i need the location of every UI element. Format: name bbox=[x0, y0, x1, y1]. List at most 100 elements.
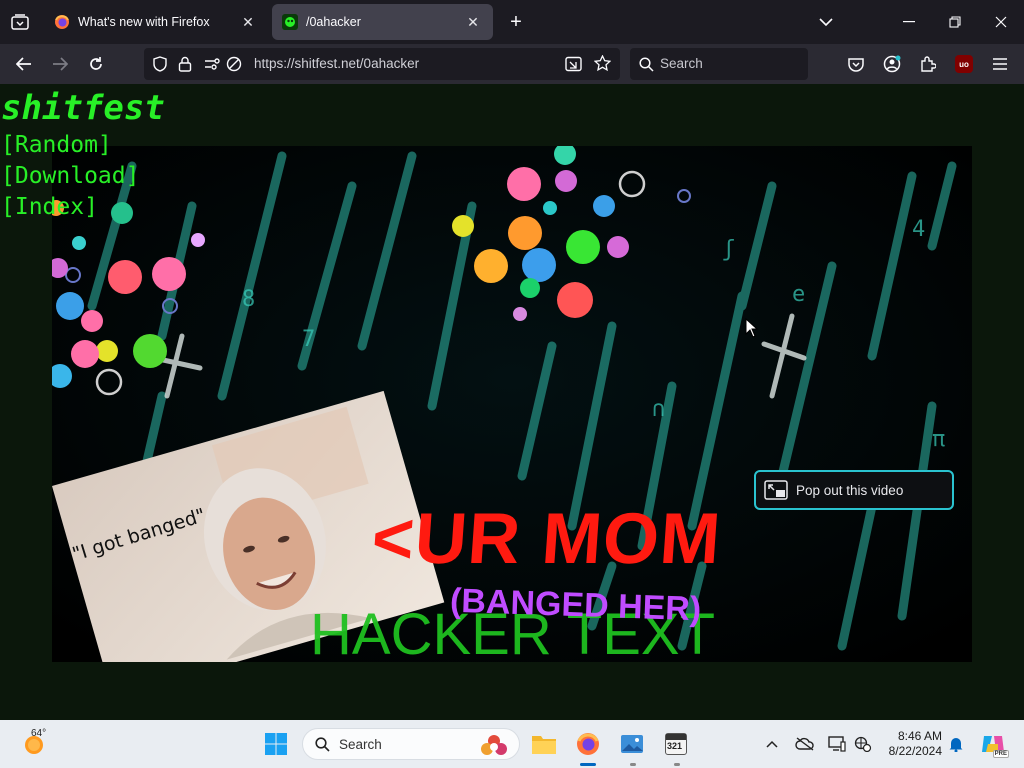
ublock-button[interactable]: uo bbox=[950, 50, 978, 78]
chevron-up-icon bbox=[766, 740, 778, 748]
reader-view-icon[interactable] bbox=[565, 56, 582, 72]
monitor-icon bbox=[828, 736, 846, 752]
back-button[interactable] bbox=[10, 50, 38, 78]
close-tab-icon[interactable]: ✕ bbox=[238, 12, 258, 32]
reload-icon bbox=[90, 57, 102, 70]
svg-text:8: 8 bbox=[242, 287, 255, 312]
download-link[interactable]: [Download] bbox=[1, 163, 139, 189]
firefox-icon bbox=[55, 15, 69, 29]
active-app-indicator bbox=[580, 763, 596, 766]
pop-out-label: Pop out this video bbox=[796, 482, 904, 498]
restore-button[interactable] bbox=[932, 0, 978, 44]
notifications-button[interactable] bbox=[942, 728, 970, 760]
cloud-offline-icon bbox=[795, 737, 814, 751]
show-hidden-icons-button[interactable] bbox=[757, 728, 787, 760]
tab-0ahacker[interactable]: /0ahacker ✕ bbox=[272, 4, 493, 40]
running-app-indicator bbox=[674, 763, 680, 766]
account-button[interactable] bbox=[878, 50, 906, 78]
ublock-origin-icon: uo bbox=[955, 55, 973, 73]
svg-text:7: 7 bbox=[302, 327, 315, 352]
start-button[interactable] bbox=[260, 728, 292, 760]
system-clock[interactable]: 8:46 AM 8/22/2024 bbox=[880, 729, 942, 759]
search-icon bbox=[639, 57, 654, 72]
copilot-badge: PRE bbox=[992, 750, 1009, 758]
picture-in-picture-icon bbox=[764, 480, 788, 500]
extensions-button[interactable] bbox=[914, 50, 942, 78]
folder-icon bbox=[532, 736, 556, 754]
chevron-down-icon bbox=[819, 18, 833, 27]
firefox-taskbar-button[interactable] bbox=[572, 728, 604, 760]
svg-text:π: π bbox=[932, 427, 945, 452]
svg-text:e: e bbox=[792, 282, 805, 307]
index-link[interactable]: [Index] bbox=[1, 194, 98, 220]
search-placeholder: Search bbox=[660, 56, 703, 71]
svg-text:ʃ: ʃ bbox=[722, 237, 735, 262]
network-icon bbox=[854, 736, 872, 752]
pocket-icon bbox=[848, 57, 864, 72]
photos-icon bbox=[621, 735, 643, 753]
photos-button[interactable] bbox=[616, 728, 648, 760]
headline-text: <UR MOM bbox=[369, 499, 724, 579]
page-content: e 8 4 ∩ 7 π ʃ "I got banged" <UR MOM HACKE… bbox=[0, 84, 1024, 720]
forward-button[interactable] bbox=[46, 50, 74, 78]
tab-whats-new[interactable]: What's new with Firefox ✕ bbox=[44, 4, 268, 40]
search-icon bbox=[315, 737, 330, 752]
site-favicon-icon bbox=[282, 14, 298, 30]
taskbar-search-placeholder: Search bbox=[339, 737, 382, 752]
search-bar[interactable]: Search bbox=[630, 48, 808, 80]
plus-icon: + bbox=[510, 10, 522, 33]
restore-icon bbox=[949, 16, 961, 28]
bookmark-star-icon[interactable] bbox=[594, 55, 611, 72]
taskbar-search-box[interactable]: Search bbox=[302, 728, 520, 760]
app-menu-button[interactable] bbox=[986, 50, 1014, 78]
calendar-app-icon: 321 bbox=[665, 733, 687, 755]
account-icon bbox=[883, 55, 901, 73]
random-link[interactable]: [Random] bbox=[1, 132, 112, 158]
pop-out-video-button[interactable]: Pop out this video bbox=[754, 470, 954, 510]
video-player[interactable]: e 8 4 ∩ 7 π ʃ "I got banged" <UR MOM HACKE… bbox=[52, 146, 972, 662]
new-tab-button[interactable]: + bbox=[502, 8, 530, 36]
list-all-tabs-button[interactable] bbox=[4, 6, 36, 38]
svg-text:∩: ∩ bbox=[652, 397, 665, 422]
windows-logo-icon bbox=[265, 733, 287, 755]
forward-arrow-icon bbox=[53, 57, 68, 71]
close-tab-icon[interactable]: ✕ bbox=[463, 12, 483, 32]
minimize-icon bbox=[903, 21, 915, 23]
autoplay-blocked-icon[interactable] bbox=[226, 56, 242, 72]
network-button[interactable] bbox=[848, 728, 878, 760]
windows-taskbar: 64° Search 321 8:46 AM 8/22/2024 PRE bbox=[0, 720, 1024, 768]
tab-bar: What's new with Firefox ✕ /0ahacker ✕ + bbox=[0, 0, 1024, 44]
minimize-button[interactable] bbox=[886, 0, 932, 44]
running-app-indicator bbox=[630, 763, 636, 766]
mouse-cursor-icon bbox=[745, 318, 759, 338]
shield-icon[interactable] bbox=[152, 56, 168, 72]
permissions-icon[interactable] bbox=[204, 57, 222, 71]
clock-date: 8/22/2024 bbox=[888, 744, 942, 758]
reload-button[interactable] bbox=[82, 50, 110, 78]
copilot-button[interactable]: PRE bbox=[976, 728, 1010, 760]
url-bar[interactable]: https://shitfest.net/0ahacker bbox=[144, 48, 620, 80]
close-window-button[interactable] bbox=[978, 0, 1024, 44]
lock-icon[interactable] bbox=[178, 56, 192, 72]
back-arrow-icon bbox=[16, 57, 31, 71]
bell-icon bbox=[949, 738, 963, 752]
navigation-toolbar: https://shitfest.net/0ahacker Search uo bbox=[0, 44, 1024, 84]
tab-list-icon bbox=[11, 14, 29, 30]
weather-temp: 64° bbox=[31, 728, 47, 739]
clock-time: 8:46 AM bbox=[897, 729, 942, 743]
url-text[interactable]: https://shitfest.net/0ahacker bbox=[254, 56, 419, 71]
tab-title: What's new with Firefox bbox=[78, 15, 210, 29]
svg-text:4: 4 bbox=[912, 217, 925, 242]
close-icon bbox=[995, 16, 1007, 28]
clipchamp-button[interactable]: 321 bbox=[660, 728, 692, 760]
site-title[interactable]: shitfest bbox=[1, 88, 165, 128]
search-highlight-icon bbox=[481, 735, 507, 755]
firefox-icon bbox=[577, 733, 599, 755]
onedrive-button[interactable] bbox=[790, 728, 820, 760]
tab-title: /0ahacker bbox=[306, 15, 361, 29]
file-explorer-button[interactable] bbox=[528, 728, 560, 760]
tab-overflow-button[interactable] bbox=[803, 0, 849, 44]
hamburger-menu-icon bbox=[993, 58, 1007, 70]
pocket-button[interactable] bbox=[842, 50, 870, 78]
puzzle-icon bbox=[921, 56, 936, 72]
